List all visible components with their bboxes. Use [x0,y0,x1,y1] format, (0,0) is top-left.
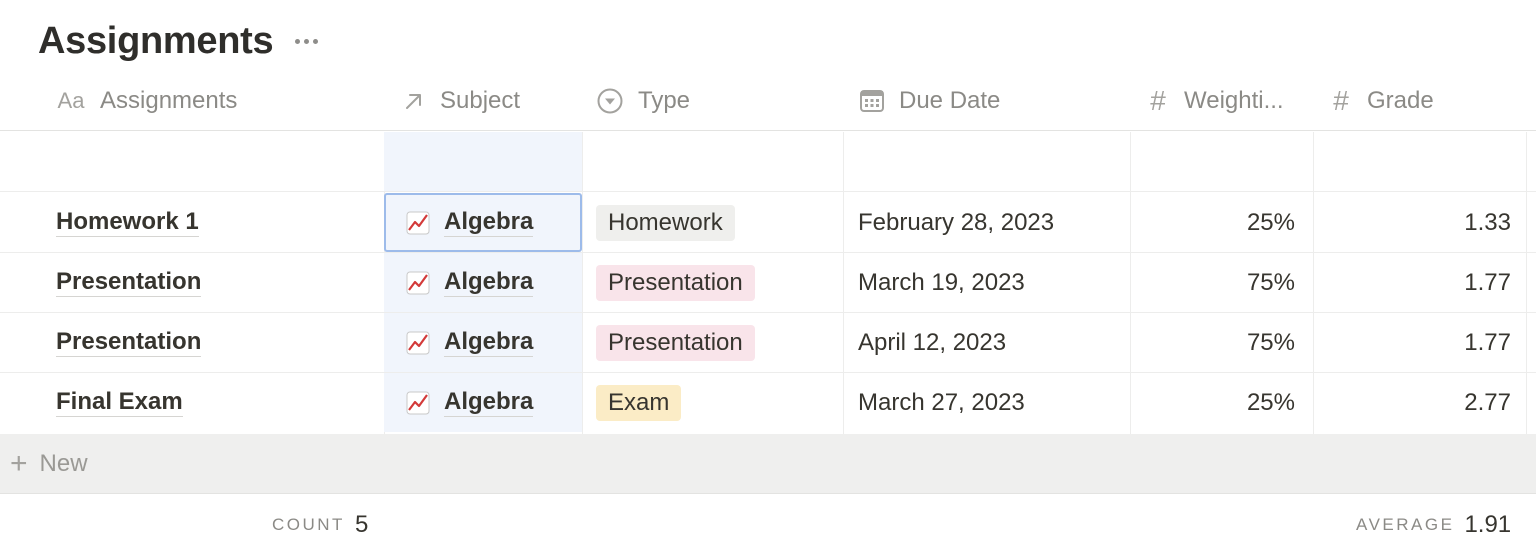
table-header: Aa Assignments Subject Type Due Date # W… [0,72,1536,131]
name-cell[interactable]: Final Exam [56,373,183,432]
row-title-link[interactable]: Homework 1 [56,208,199,237]
subject-cell-selected[interactable]: Algebra [384,193,582,252]
grade-cell[interactable]: 2.77 [1314,373,1511,432]
calendar-icon [859,88,885,114]
number-icon: # [1150,85,1166,116]
subject-cell[interactable]: Algebra [384,313,582,372]
weighting-cell[interactable]: 75% [1131,253,1295,312]
relation-link[interactable]: Algebra [444,388,534,417]
plus-icon: + [10,446,28,480]
type-cell[interactable]: Homework [596,193,735,252]
subject-cell[interactable] [384,132,582,191]
table-row[interactable]: Presentation Algebra Presentation April … [0,313,1536,373]
chart-increasing-icon [406,331,430,355]
new-row-label: New [39,449,88,477]
column-header-subject[interactable]: Subject [402,72,520,130]
due-date-cell[interactable]: April 12, 2023 [858,313,1006,372]
column-header-weighting[interactable]: # Weighti... [1146,72,1284,130]
table-row[interactable]: Homework 1 Algebra Homework February 28,… [0,193,1536,253]
table-row[interactable]: Final Exam Algebra Exam March 27, 2023 2… [0,373,1536,433]
column-header-label: Subject [440,87,521,114]
grade-cell[interactable]: 1.77 [1314,253,1511,312]
table-row[interactable]: Presentation Algebra Presentation March … [0,253,1536,313]
chart-increasing-icon [406,271,430,295]
column-header-type[interactable]: Type [596,72,690,130]
relation-link[interactable]: Algebra [444,268,534,297]
column-header-label: Type [638,87,691,114]
weighting-cell[interactable]: 25% [1131,193,1295,252]
column-header-assignments[interactable]: Aa Assignments [56,72,238,130]
average-label: AVERAGE [1356,515,1455,534]
type-tag: Presentation [596,264,755,301]
type-tag: Exam [596,384,682,421]
average-calculation[interactable]: AVERAGE 1.91 [1356,494,1511,556]
due-date-cell[interactable]: March 27, 2023 [858,373,1025,432]
row-title-link[interactable]: Presentation [56,268,202,297]
column-header-label: Assignments [100,87,238,114]
title-row: Assignments [38,18,319,64]
count-calculation[interactable]: COUNT 5 [272,494,368,556]
subject-cell[interactable]: Algebra [384,253,582,312]
row-title-link[interactable]: Presentation [56,328,202,357]
count-value: 5 [354,511,369,538]
row-title-link[interactable]: Final Exam [56,388,183,417]
new-row-button[interactable]: + New [0,434,1536,493]
name-cell[interactable]: Homework 1 [56,193,199,252]
grade-cell[interactable]: 1.77 [1314,313,1511,372]
more-dots-icon [295,38,301,44]
weighting-cell[interactable]: 75% [1131,313,1295,372]
type-tag: Presentation [596,324,755,361]
due-date-cell[interactable]: February 28, 2023 [858,193,1054,252]
relation-arrow-icon [402,89,426,113]
column-header-label: Grade [1367,87,1434,114]
calculation-footer: COUNT 5 AVERAGE 1.91 [0,493,1536,558]
column-header-grade[interactable]: # Grade [1329,72,1434,130]
name-cell[interactable]: Presentation [56,253,202,312]
subject-cell[interactable]: Algebra [384,373,582,432]
chart-increasing-icon [406,391,430,415]
count-label: COUNT [272,515,345,534]
page-title[interactable]: Assignments [38,20,274,63]
text-property-icon: Aa [57,88,85,113]
column-header-due-date[interactable]: Due Date [859,72,1000,130]
grade-cell[interactable]: 1.33 [1314,193,1511,252]
chart-increasing-icon [406,211,430,235]
empty-row[interactable] [0,132,1536,192]
relation-link[interactable]: Algebra [444,208,534,237]
type-cell[interactable]: Presentation [596,253,755,312]
name-cell[interactable]: Presentation [56,313,202,372]
type-cell[interactable]: Exam [596,373,682,432]
type-tag: Homework [596,204,735,241]
average-value: 1.91 [1464,511,1512,538]
select-icon [596,87,624,115]
weighting-cell[interactable]: 25% [1131,373,1295,432]
column-header-label: Weighti... [1184,87,1284,114]
due-date-cell[interactable]: March 19, 2023 [858,253,1025,312]
column-header-label: Due Date [899,87,1001,114]
number-icon: # [1333,85,1349,116]
more-options-button[interactable] [295,31,319,51]
type-cell[interactable]: Presentation [596,313,755,372]
relation-link[interactable]: Algebra [444,328,534,357]
